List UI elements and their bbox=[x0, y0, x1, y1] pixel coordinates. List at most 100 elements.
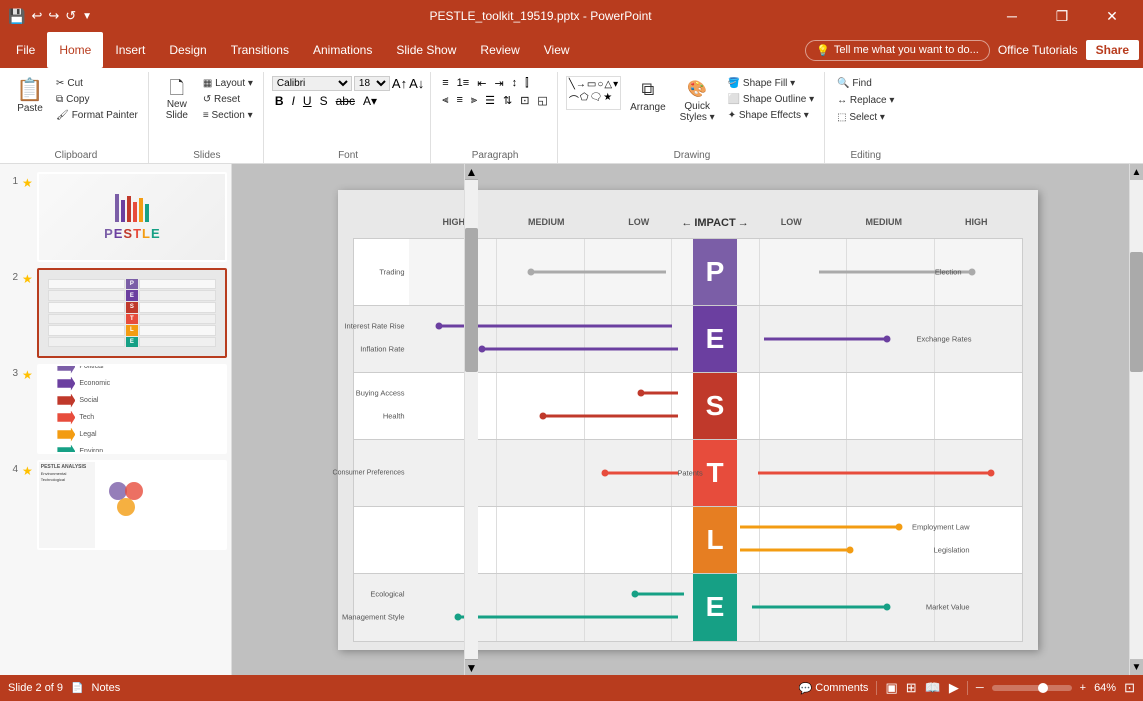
zoom-slider[interactable] bbox=[992, 685, 1072, 691]
share-button[interactable]: Share bbox=[1086, 40, 1139, 60]
view-slideshow-btn[interactable]: ▶ bbox=[949, 680, 959, 696]
notes-icon: 📄 bbox=[71, 683, 83, 694]
minimize-button[interactable]: ─ bbox=[989, 0, 1035, 32]
trading-left-bar bbox=[531, 270, 666, 273]
strikethrough-button[interactable]: abc bbox=[333, 93, 358, 109]
scroll-thumb[interactable] bbox=[465, 228, 478, 372]
scroll-down-button[interactable]: ▼ bbox=[465, 659, 478, 675]
bullets-button[interactable]: ≡ bbox=[439, 76, 451, 91]
mini-right bbox=[139, 279, 216, 348]
comments-button[interactable]: 💬 Comments bbox=[799, 682, 869, 695]
slide-img-3[interactable]: Political Economic Social Tech bbox=[37, 364, 227, 454]
right-vscrollbar[interactable]: ▲ ▼ bbox=[1129, 164, 1143, 675]
view-reading-btn[interactable]: 📖 bbox=[925, 680, 941, 696]
cut-button[interactable]: ✂ Cut bbox=[52, 76, 142, 91]
shape-effects-button[interactable]: ✦ Shape Effects ▾ bbox=[724, 108, 818, 123]
columns-button[interactable]: ⫿ bbox=[522, 76, 532, 91]
align-center-button[interactable]: ≡ bbox=[453, 93, 465, 108]
left-vscrollbar[interactable]: ▲ ▼ bbox=[464, 164, 478, 675]
save-icon[interactable]: 💾 bbox=[8, 8, 25, 25]
section-button[interactable]: ≡ Section ▾ bbox=[199, 108, 257, 123]
shape-curve-icon[interactable]: ⌒ bbox=[569, 92, 579, 107]
replace-button[interactable]: ↔ Replace ▾ bbox=[833, 93, 898, 108]
format-painter-button[interactable]: 🖌 Format Painter bbox=[52, 108, 142, 123]
shape-oval-icon[interactable]: ○ bbox=[597, 79, 603, 90]
shape-arrow-icon[interactable]: → bbox=[576, 79, 586, 90]
shape-callout-icon[interactable]: 🗨 bbox=[590, 92, 603, 107]
close-button[interactable]: ✕ bbox=[1089, 0, 1135, 32]
tell-me-input[interactable]: 💡 Tell me what you want to do... bbox=[805, 40, 990, 61]
indent-more-button[interactable]: ⇥ bbox=[491, 76, 506, 91]
menu-slideshow[interactable]: Slide Show bbox=[384, 32, 468, 68]
menu-animations[interactable]: Animations bbox=[301, 32, 384, 68]
reset-button[interactable]: ↺ Reset bbox=[199, 92, 257, 107]
office-tutorials-link[interactable]: Office Tutorials bbox=[998, 43, 1078, 57]
rscroll-down[interactable]: ▼ bbox=[1130, 659, 1143, 675]
shape-tri-icon[interactable]: △ bbox=[604, 79, 612, 90]
slide-img-4[interactable]: PESTLE ANALYSIS Environmental Technologi… bbox=[37, 460, 227, 550]
text-direction-button[interactable]: ⇅ bbox=[500, 93, 515, 108]
view-normal-btn[interactable]: ▣ bbox=[885, 680, 897, 696]
notes-edit-button[interactable]: Notes bbox=[92, 682, 121, 694]
menu-transitions[interactable]: Transitions bbox=[219, 32, 301, 68]
line-spacing-button[interactable]: ↕ bbox=[509, 76, 521, 91]
font-size-select[interactable]: 18 bbox=[354, 76, 390, 91]
layout-button[interactable]: ▦ Layout ▾ bbox=[199, 76, 257, 91]
rscroll-thumb[interactable] bbox=[1130, 252, 1143, 372]
menu-review[interactable]: Review bbox=[468, 32, 531, 68]
zoom-out-button[interactable]: ─ bbox=[976, 682, 984, 694]
menu-view[interactable]: View bbox=[532, 32, 582, 68]
slide-thumb-1[interactable]: 1 ★ P E S T bbox=[4, 172, 227, 262]
menu-design[interactable]: Design bbox=[157, 32, 218, 68]
new-slide-button[interactable]: 🗋 NewSlide bbox=[157, 76, 197, 124]
find-button[interactable]: 🔍 Find bbox=[833, 76, 876, 91]
align-left-button[interactable]: ⫷ bbox=[439, 93, 451, 108]
rscroll-up[interactable]: ▲ bbox=[1130, 164, 1143, 180]
shape-outline-button[interactable]: ⬜ Shape Outline ▾ bbox=[724, 92, 818, 107]
scroll-up-button[interactable]: ▲ bbox=[465, 164, 478, 180]
justify-button[interactable]: ☰ bbox=[482, 93, 498, 108]
view-sorter-btn[interactable]: ⊞ bbox=[906, 680, 917, 696]
shape-line-icon[interactable]: ╲ bbox=[569, 79, 575, 90]
undo-icon[interactable]: ↩ bbox=[31, 8, 42, 24]
repeat-icon[interactable]: ↺ bbox=[65, 8, 76, 24]
menu-home[interactable]: Home bbox=[47, 32, 103, 68]
numbering-button[interactable]: 1≡ bbox=[454, 76, 473, 91]
convert-smartart-button[interactable]: ◱ bbox=[534, 93, 550, 108]
quick-styles-button[interactable]: 🎨 QuickStyles ▾ bbox=[675, 76, 720, 126]
align-right-button[interactable]: ⫸ bbox=[468, 93, 480, 108]
shapes-more-icon[interactable]: ▾ bbox=[613, 79, 618, 90]
shadow-button[interactable]: S bbox=[317, 93, 331, 109]
arrange-button[interactable]: ⧉ Arrange bbox=[625, 76, 671, 116]
shape-pentagon-icon[interactable]: ⬠ bbox=[580, 92, 589, 107]
copy-button[interactable]: ⧉ Copy bbox=[52, 92, 142, 107]
slide-thumb-2[interactable]: 2 ★ bbox=[4, 268, 227, 358]
align-text-button[interactable]: ⊡ bbox=[517, 93, 532, 108]
increase-font-button[interactable]: A↑ bbox=[392, 76, 407, 91]
bold-button[interactable]: B bbox=[272, 93, 287, 109]
underline-button[interactable]: U bbox=[300, 93, 315, 109]
shape-star-icon[interactable]: ★ bbox=[603, 92, 612, 107]
restore-button[interactable]: ❐ bbox=[1039, 0, 1085, 32]
italic-button[interactable]: I bbox=[289, 93, 298, 109]
row-E1: Interest Rate Rise Inflation Rate E bbox=[353, 305, 1023, 372]
dropdown-icon[interactable]: ▼ bbox=[82, 11, 92, 22]
redo-icon[interactable]: ↪ bbox=[48, 8, 59, 24]
slide-img-2[interactable]: P E S T L E bbox=[37, 268, 227, 358]
slide-img-1[interactable]: P E S T L E bbox=[37, 172, 227, 262]
shape-fill-button[interactable]: 🪣 Shape Fill ▾ bbox=[724, 76, 818, 91]
shape-rect-icon[interactable]: ▭ bbox=[587, 79, 596, 90]
zoom-handle[interactable] bbox=[1038, 683, 1048, 693]
font-family-select[interactable]: Calibri bbox=[272, 76, 352, 91]
menu-insert[interactable]: Insert bbox=[103, 32, 157, 68]
zoom-in-button[interactable]: + bbox=[1080, 682, 1086, 694]
paste-button[interactable]: 📋 Paste bbox=[10, 76, 50, 117]
slide-thumb-4[interactable]: 4 ★ PESTLE ANALYSIS Environmental Techno… bbox=[4, 460, 227, 550]
slide-thumb-3[interactable]: 3 ★ Political Economic bbox=[4, 364, 227, 454]
menu-file[interactable]: File bbox=[4, 32, 47, 68]
fit-page-button[interactable]: ⊡ bbox=[1124, 680, 1135, 696]
select-button[interactable]: ⬚ Select ▾ bbox=[833, 110, 889, 125]
font-color-button[interactable]: A▾ bbox=[360, 93, 380, 109]
decrease-font-button[interactable]: A↓ bbox=[409, 76, 424, 91]
indent-less-button[interactable]: ⇤ bbox=[474, 76, 489, 91]
